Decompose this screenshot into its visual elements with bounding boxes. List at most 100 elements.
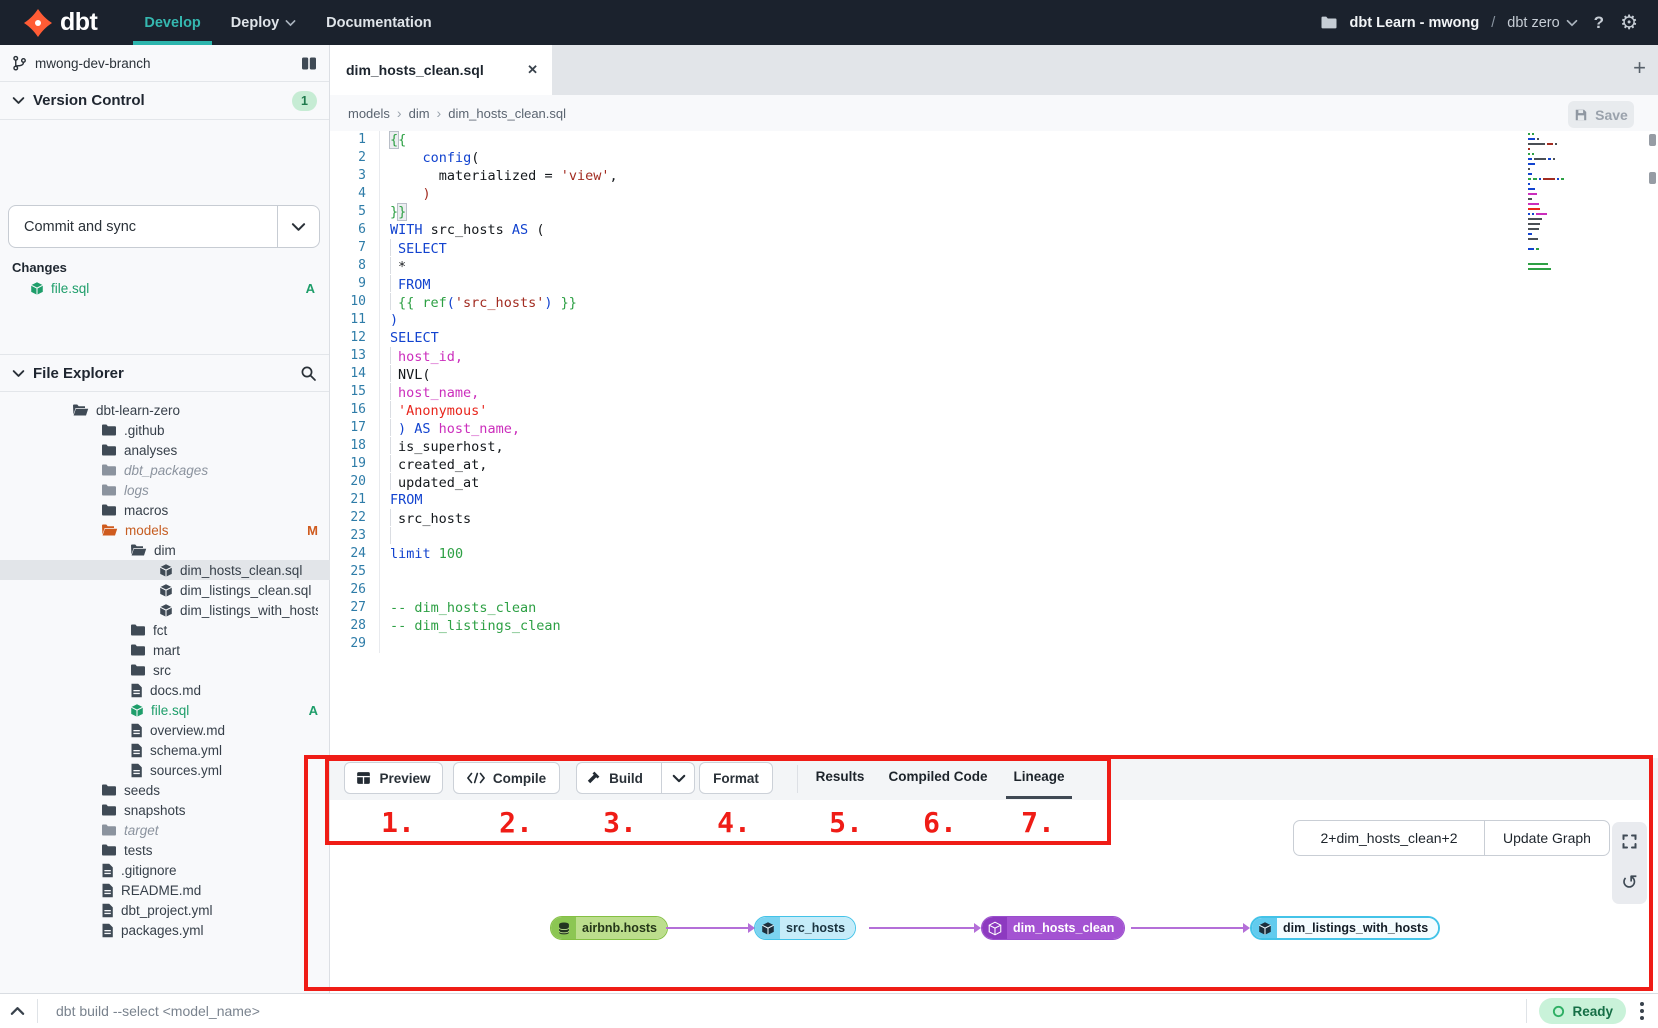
database-icon: [551, 917, 576, 939]
code-line: 19created_at,: [330, 455, 1658, 473]
dbt-logo[interactable]: dbt: [22, 7, 97, 39]
model-green-icon: [30, 281, 44, 296]
file-icon: [130, 743, 143, 758]
lineage-node-dim_listings_with_hosts[interactable]: dim_listings_with_hosts: [1250, 916, 1440, 940]
folder-icon: [130, 643, 146, 657]
tab-dim-hosts-clean[interactable]: dim_hosts_clean.sql ✕: [330, 45, 552, 95]
code-editor[interactable]: 1{{2 config(3 materialized = 'view',4 )5…: [330, 131, 1658, 758]
build-options-chevron[interactable]: [661, 763, 696, 793]
tree-item-dim[interactable]: dim: [0, 540, 330, 560]
build-button[interactable]: Build: [576, 762, 695, 794]
tree-item-logs[interactable]: logs: [0, 480, 330, 500]
lineage-edge: [869, 927, 974, 929]
tree-item-.gitignore[interactable]: .gitignore: [0, 860, 330, 880]
tree-item-docs.md[interactable]: docs.md: [0, 680, 330, 700]
tree-item-target[interactable]: target: [0, 820, 330, 840]
folder-icon: [1320, 15, 1338, 30]
version-control-title: Version Control: [33, 92, 292, 109]
cube-dark-icon: [1252, 918, 1277, 938]
chevron-down-icon[interactable]: [12, 369, 25, 378]
tab-lineage[interactable]: Lineage: [1013, 769, 1064, 784]
tree-item-tests[interactable]: tests: [0, 840, 330, 860]
nav-item-deploy[interactable]: Deploy: [216, 0, 311, 45]
close-icon[interactable]: ✕: [527, 62, 538, 78]
statusbar-divider: [1526, 999, 1527, 1023]
scrollbar-thumb[interactable]: [1649, 134, 1656, 146]
save-button[interactable]: Save: [1568, 101, 1634, 128]
lineage-node-dim_hosts_clean[interactable]: dim_hosts_clean: [981, 916, 1125, 940]
lineage-selector-input[interactable]: 2+dim_hosts_clean+2: [1294, 821, 1484, 855]
command-input[interactable]: dbt build --select <model_name>: [56, 1003, 1526, 1019]
button-label: Preview: [379, 771, 430, 786]
lineage-node-airbnb-hosts[interactable]: airbnb.hosts: [550, 916, 668, 940]
tree-item-packages.yml[interactable]: packages.yml: [0, 920, 330, 940]
navbar-right: dbt Learn - mwong / dbt zero ? ⚙: [1320, 13, 1638, 33]
preview-button[interactable]: Preview: [344, 762, 443, 794]
tree-item-overview.md[interactable]: overview.md: [0, 720, 330, 740]
tree-item-analyses[interactable]: analyses: [0, 440, 330, 460]
tree-item-dbt_project.yml[interactable]: dbt_project.yml: [0, 900, 330, 920]
tree-item-seeds[interactable]: seeds: [0, 780, 330, 800]
tree-item-mart[interactable]: mart: [0, 640, 330, 660]
toolbar-divider: [797, 765, 798, 793]
tree-item-macros[interactable]: macros: [0, 500, 330, 520]
new-tab-button[interactable]: +: [1633, 55, 1646, 81]
tree-item-dim_listings_with_hosts.sql[interactable]: dim_listings_with_hosts.sql: [0, 600, 330, 620]
tree-item-fct[interactable]: fct: [0, 620, 330, 640]
tree-item-sources.yml[interactable]: sources.yml: [0, 760, 330, 780]
nav-item-develop[interactable]: Develop: [129, 0, 215, 45]
commit-options-chevron[interactable]: [277, 206, 319, 247]
tree-item-label: .github: [124, 423, 318, 438]
code-line: 7SELECT: [330, 239, 1658, 257]
tree-item-dbt-learn-zero[interactable]: dbt-learn-zero: [0, 400, 330, 420]
fullscreen-icon[interactable]: [1621, 833, 1638, 850]
tree-item-dbt_packages[interactable]: dbt_packages: [0, 460, 330, 480]
chevron-down-icon[interactable]: [12, 96, 25, 105]
update-graph-button[interactable]: Update Graph: [1484, 821, 1609, 855]
model-icon: [159, 603, 173, 618]
lineage-edge: [666, 927, 748, 929]
tree-item-label: packages.yml: [121, 923, 318, 938]
split-panels-icon[interactable]: [301, 57, 317, 70]
file-explorer-header[interactable]: File Explorer: [0, 354, 329, 392]
lineage-edge-arrowhead: [748, 923, 755, 933]
environment-name: dbt zero: [1507, 15, 1559, 31]
tree-item-dim_hosts_clean.sql[interactable]: dim_hosts_clean.sql: [0, 560, 330, 580]
tree-item-label: tests: [124, 843, 318, 858]
code-line: 3 materialized = 'view',: [330, 167, 1658, 185]
reset-view-icon[interactable]: ↺: [1621, 873, 1638, 893]
help-icon[interactable]: ?: [1590, 13, 1608, 33]
tree-item-label: macros: [124, 503, 318, 518]
tree-item-.github[interactable]: .github: [0, 420, 330, 440]
tree-item-dim_listings_clean.sql[interactable]: dim_listings_clean.sql: [0, 580, 330, 600]
change-item-file.sql[interactable]: file.sqlA: [0, 278, 329, 299]
version-control-header[interactable]: Version Control 1: [0, 82, 329, 120]
editor-minimap[interactable]: [1528, 133, 1564, 278]
commit-and-sync-button[interactable]: Commit and sync: [8, 205, 320, 248]
nav-item-documentation[interactable]: Documentation: [311, 0, 447, 45]
tree-item-README.md[interactable]: README.md: [0, 880, 330, 900]
tab-compiled-code[interactable]: Compiled Code: [888, 769, 987, 784]
code-line: 14NVL(: [330, 365, 1658, 383]
line-number: 24: [330, 545, 380, 563]
code-line: 27-- dim_hosts_clean: [330, 599, 1658, 617]
tree-item-models[interactable]: modelsM: [0, 520, 330, 540]
kebab-menu-icon[interactable]: [1640, 1002, 1644, 1020]
tree-item-src[interactable]: src: [0, 660, 330, 680]
file-icon: [130, 723, 143, 738]
gear-icon[interactable]: ⚙: [1620, 13, 1638, 33]
tree-item-snapshots[interactable]: snapshots: [0, 800, 330, 820]
tab-results[interactable]: Results: [816, 769, 865, 784]
project-name[interactable]: dbt Learn - mwong: [1350, 15, 1480, 31]
tree-item-file.sql[interactable]: file.sqlA: [0, 700, 330, 720]
tree-item-label: dbt_project.yml: [121, 903, 318, 918]
line-number: 19: [330, 455, 380, 473]
environment-selector[interactable]: dbt zero: [1507, 15, 1577, 31]
folder-icon: [101, 823, 117, 837]
chevron-up-icon[interactable]: [10, 1006, 25, 1016]
lineage-node-src_hosts[interactable]: src_hosts: [754, 916, 856, 940]
tree-item-schema.yml[interactable]: schema.yml: [0, 740, 330, 760]
format-button[interactable]: Format: [699, 762, 773, 794]
compile-button[interactable]: Compile: [453, 762, 560, 794]
search-icon[interactable]: [300, 365, 317, 382]
